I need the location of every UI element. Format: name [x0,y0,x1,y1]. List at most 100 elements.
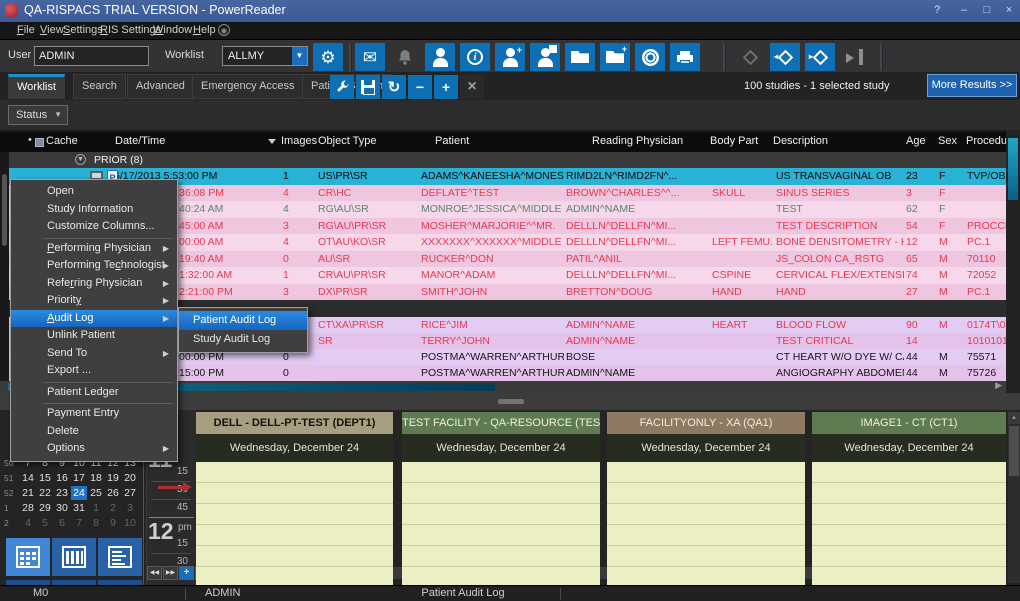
context-menu-item-delete[interactable]: Delete [11,423,177,441]
context-menu-item-study-information[interactable]: Study Information [11,201,177,219]
calendar-day-2[interactable]: 2 [105,501,121,515]
context-menu-item-customize-columns[interactable]: Customize Columns... [11,218,177,236]
diamond-out-icon[interactable]: ▸ [805,43,835,71]
column-header-patient[interactable]: Patient [435,135,469,147]
new-folder-icon[interactable]: + [600,43,630,71]
context-menu-item-options[interactable]: Options▶ [11,440,177,458]
calendar-day-4[interactable]: 4 [20,516,36,530]
submenu-item-study-audit-log[interactable]: Study Audit Log [179,330,307,349]
schedule-grid[interactable] [196,462,393,585]
nav-first-button[interactable]: ◀◀ [147,566,162,580]
schedule-grid[interactable] [402,462,600,585]
menu-window[interactable]: Window [153,24,192,36]
menu-ris-settings[interactable]: RIS Settings [100,24,161,36]
column-header-cache[interactable]: Cache [46,135,78,147]
calendar-day-10[interactable]: 10 [122,516,138,530]
calendar-day-22[interactable]: 22 [37,486,53,500]
calendar-day-3[interactable]: 3 [122,501,138,515]
calendar-day-27[interactable]: 27 [122,486,138,500]
calendar-day-25[interactable]: 25 [88,486,104,500]
calendar-day-18[interactable]: 18 [88,471,104,485]
scroll-right-arrow-icon[interactable]: ▶ [995,380,1002,391]
calendar-day-26[interactable]: 26 [105,486,121,500]
user-input[interactable] [34,46,149,66]
calendar-day-5[interactable]: 5 [37,516,53,530]
worklist-select[interactable]: ALLMY ▼ [222,46,308,66]
grid-vertical-scrollbar[interactable] [1006,130,1020,393]
context-menu-item-payment-entry[interactable]: Payment Entry [11,405,177,423]
calendar-day-1[interactable]: 1 [88,501,104,515]
minimize-button[interactable]: – [955,4,973,16]
context-menu-item-referring-physician[interactable]: Referring Physician▶ [11,275,177,293]
calendar-view-week-button[interactable] [52,538,96,576]
menu-help-badge-icon[interactable]: ◉ [218,24,230,36]
calendar-day-8[interactable]: 8 [88,516,104,530]
close-button[interactable]: × [1000,4,1018,16]
tab-emergency-access[interactable]: Emergency Access [192,74,304,99]
calendar-day-24[interactable]: 24 [71,486,87,500]
calendar-day-19[interactable]: 19 [105,471,121,485]
help-button[interactable]: ? [928,4,946,16]
calendar-view-month-button[interactable] [6,538,50,576]
open-folder-icon[interactable] [565,43,595,71]
tab-worklist[interactable]: Worklist [8,74,65,99]
calendar-day-21[interactable]: 21 [20,486,36,500]
menu-help[interactable]: Help [193,24,216,36]
collapse-group-icon[interactable]: ▼ [75,154,86,165]
calendar-day-15[interactable]: 15 [37,471,53,485]
print-icon[interactable] [670,43,700,71]
status-filter-button[interactable]: Status ▼ [8,105,68,125]
column-header-body-part[interactable]: Body Part [710,135,758,147]
calendar-day-29[interactable]: 29 [37,501,53,515]
context-menu-item-patient-ledger[interactable]: Patient Ledger [11,384,177,402]
calendar-day-17[interactable]: 17 [71,471,87,485]
scrollbar-thumb[interactable] [1008,138,1018,200]
column-header-images[interactable]: Images [281,135,317,147]
save-icon[interactable] [356,75,380,99]
grid-header[interactable]: • CacheDate/TimeImagesObject TypePatient… [0,132,1006,152]
patient-card-icon[interactable] [530,43,560,71]
column-header-date-time[interactable]: Date/Time [115,135,165,147]
menu-file[interactable]: File [17,24,35,36]
maximize-button[interactable]: □ [978,4,996,16]
add-patient-icon[interactable]: + [495,43,525,71]
info-icon[interactable]: i [460,43,490,71]
wrench-icon[interactable] [330,75,354,99]
calendar-day-28[interactable]: 28 [20,501,36,515]
context-menu-item-performing-physician[interactable]: Performing Physician▶ [11,240,177,258]
remove-icon[interactable]: − [408,75,432,99]
calendar-day-23[interactable]: 23 [54,486,70,500]
menu-settings[interactable]: Settings [63,24,103,36]
submenu-item-patient-audit-log[interactable]: Patient Audit Log [179,311,307,330]
column-header-description[interactable]: Description [773,135,828,147]
patient-icon[interactable] [425,43,455,71]
calendar-day-20[interactable]: 20 [122,471,138,485]
context-menu-item-audit-log[interactable]: Audit Log▶ [11,310,177,328]
calendar-day-14[interactable]: 14 [20,471,36,485]
add-icon[interactable]: + [434,75,458,99]
grid-left-scrollbar[interactable] [0,152,9,381]
calendar-day-31[interactable]: 31 [71,501,87,515]
menu-view[interactable]: View [40,24,64,36]
context-menu-item-open[interactable]: Open [11,183,177,201]
more-results-button[interactable]: More Results >> [927,74,1017,97]
mail-icon[interactable]: ✉ [355,43,385,71]
tab-advanced[interactable]: Advanced [127,74,194,99]
scroll-up-arrow-icon[interactable]: ▲ [1008,412,1020,424]
nav-last-button[interactable]: ▶▶ [163,566,178,580]
scrollbar-thumb[interactable] [1009,426,1019,476]
scrollbar-thumb[interactable] [2,174,7,246]
calendar-day-9[interactable]: 9 [105,516,121,530]
calendar-view-agenda-button[interactable] [98,538,142,576]
calendar-day-7[interactable]: 7 [71,516,87,530]
calendar-day-30[interactable]: 30 [54,501,70,515]
bell-icon[interactable] [390,43,420,71]
splitter-grip[interactable] [498,399,524,404]
diamond-disabled-icon[interactable] [735,43,765,71]
calendar-day-6[interactable]: 6 [54,516,70,530]
burn-disc-icon[interactable] [635,43,665,71]
calendar-day-16[interactable]: 16 [54,471,70,485]
context-menu-item-send-to[interactable]: Send To▶ [11,345,177,363]
column-header-procedu[interactable]: Procedu [966,135,1007,147]
column-header-reading-physician[interactable]: Reading Physician [592,135,683,147]
